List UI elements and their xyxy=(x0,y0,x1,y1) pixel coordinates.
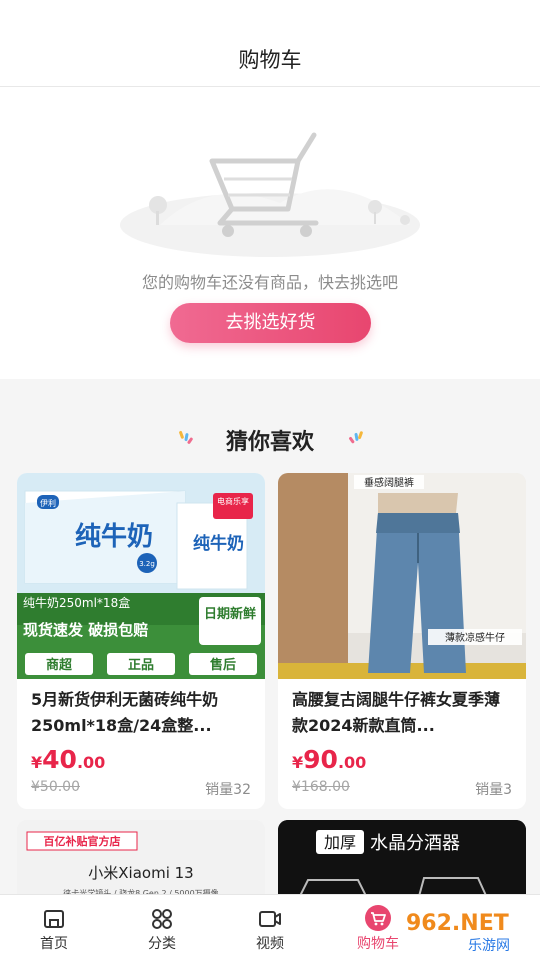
sparkle-right-icon xyxy=(349,431,363,444)
tab-category-label: 分类 xyxy=(148,936,176,952)
cart-icon xyxy=(365,905,391,931)
product-card-jeans[interactable]: 垂感阔腿裤 薄款凉感牛仔 高腰复古阔腿牛仔裤女夏季薄款2024新款直筒... ¥… xyxy=(278,473,526,809)
product-image-tag-3: 售后 xyxy=(210,657,236,673)
product-card-phone[interactable]: 百亿补贴官方店 小米Xiaomi 13 徕卡光学镜头 / 骁龙8 Gen 2 /… xyxy=(17,820,265,900)
price-integer: 40 xyxy=(42,745,77,774)
product-image-bottom-tag: 薄款凉感牛仔 xyxy=(445,631,505,644)
empty-cart-message: 您的购物车还没有商品，快去挑选吧 xyxy=(141,273,398,292)
tab-home-label: 首页 xyxy=(40,936,68,952)
product-image-badge: 电商乐享 xyxy=(217,496,249,506)
product-image-brand: 伊利 xyxy=(40,498,56,508)
tab-video-label: 视频 xyxy=(256,936,284,952)
product-image-box-title: 纯牛奶 xyxy=(75,521,153,552)
sales-count: 销量3 xyxy=(475,782,512,798)
tab-category[interactable]: 分类 xyxy=(122,895,202,961)
product-image-tag: 日期新鲜 xyxy=(204,606,256,622)
video-icon xyxy=(259,911,281,927)
product-image-box-title-small: 纯牛奶 xyxy=(193,533,244,554)
price-currency: ¥ xyxy=(292,753,304,772)
product-image-decanter: 加厚 水晶分酒器 xyxy=(278,820,526,900)
price-decimal: .00 xyxy=(76,753,106,772)
product-image-protein: 3.2g xyxy=(139,560,155,568)
recommend-title: 猜你喜欢 xyxy=(225,430,314,455)
empty-cart-illustration xyxy=(120,132,420,257)
product-price: ¥90.00 xyxy=(292,745,366,774)
product-image-badge: 加厚 xyxy=(324,833,356,852)
product-image-jeans: 垂感阔腿裤 薄款凉感牛仔 xyxy=(278,473,526,679)
product-image-tag-2: 正品 xyxy=(128,658,154,673)
watermark-subtext: 乐游网 xyxy=(468,938,510,954)
product-image-slogan: 现货速发 破损包赔 xyxy=(23,621,148,639)
product-card-milk[interactable]: 伊利 纯牛奶 纯牛奶 3.2g 电商乐享 纯牛奶250ml*18盒 现货速发 破… xyxy=(17,473,265,809)
product-image-banner: 纯牛奶250ml*18盒 xyxy=(23,595,130,610)
original-price: ¥168.00 xyxy=(292,779,350,795)
price-integer: 90 xyxy=(303,745,338,774)
sales-count: 销量32 xyxy=(205,782,251,798)
top-bar: 购物车 xyxy=(0,0,540,87)
product-image-model: 小米Xiaomi 13 xyxy=(88,864,193,882)
price-decimal: .00 xyxy=(337,753,367,772)
product-price: ¥40.00 xyxy=(31,745,105,774)
home-icon xyxy=(44,910,64,928)
product-image-tag-1: 商超 xyxy=(46,657,73,673)
tab-video[interactable]: 视频 xyxy=(230,895,310,961)
original-price: ¥50.00 xyxy=(31,779,80,795)
watermark-text: 962.NET xyxy=(406,911,509,936)
product-image-title: 水晶分酒器 xyxy=(370,833,460,854)
empty-cart-section: 您的购物车还没有商品，快去挑选吧 去挑选好货 xyxy=(0,87,540,379)
product-image-store: 百亿补贴官方店 xyxy=(44,834,121,848)
price-currency: ¥ xyxy=(31,753,43,772)
product-name: 高腰复古阔腿牛仔裤女夏季薄款2024新款直筒... xyxy=(292,690,501,735)
page-title: 购物车 xyxy=(238,48,302,72)
tab-home[interactable]: 首页 xyxy=(14,895,94,961)
watermark-logo: 962.NET 乐游网 xyxy=(406,911,510,954)
product-image-phone: 百亿补贴官方店 小米Xiaomi 13 徕卡光学镜头 / 骁龙8 Gen 2 /… xyxy=(17,820,265,900)
product-card-decanter[interactable]: 加厚 水晶分酒器 xyxy=(278,820,526,900)
product-image-milk: 伊利 纯牛奶 纯牛奶 3.2g 电商乐享 纯牛奶250ml*18盒 现货速发 破… xyxy=(17,473,265,679)
category-icon xyxy=(152,909,172,929)
product-name: 5月新货伊利无菌砖纯牛奶250ml*18盒/24盒整... xyxy=(31,690,219,735)
go-shopping-button[interactable]: 去挑选好货 xyxy=(170,303,371,343)
product-image-top-tag: 垂感阔腿裤 xyxy=(364,476,414,489)
